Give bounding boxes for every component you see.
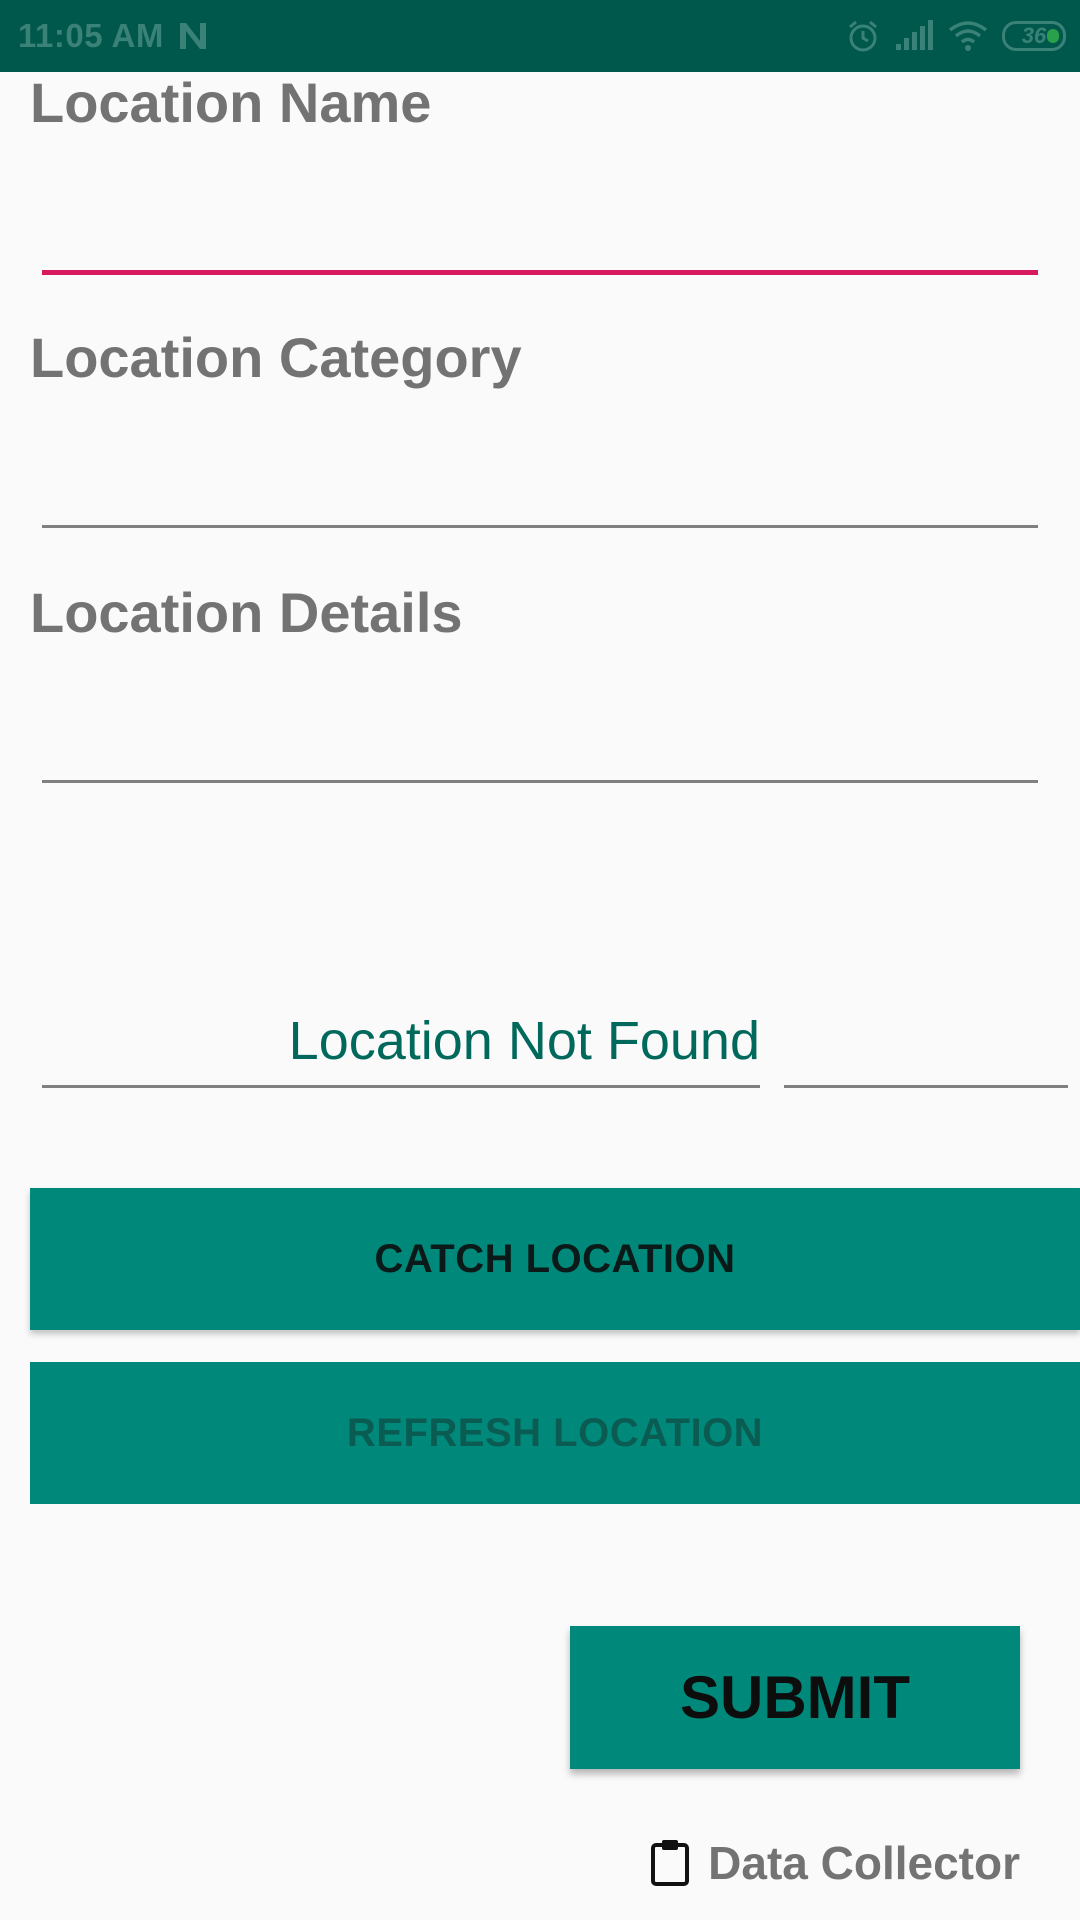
location-name-input[interactable] (42, 208, 1038, 268)
status-bar: 11:05 AM 36 (0, 0, 1080, 72)
location-category-underline (42, 525, 1038, 528)
location-details-input[interactable] (42, 717, 1038, 777)
wifi-icon (948, 21, 988, 51)
location-name-underline (42, 270, 1038, 275)
signal-icon (896, 20, 933, 50)
location-status-text: Location Not Found (288, 1011, 760, 1071)
refresh-location-button[interactable]: REFRESH LOCATION (30, 1362, 1080, 1504)
location-category-label: Location Category (30, 326, 522, 389)
location-details-label: Location Details (30, 581, 463, 644)
clipboard-icon (651, 1840, 690, 1886)
status-icons: 36 (846, 18, 1066, 54)
location-status-underline (42, 1085, 760, 1088)
battery-level: 36 (1021, 23, 1047, 48)
alarm-icon (849, 20, 877, 52)
location-name-label: Location Name (30, 71, 432, 134)
battery-icon: 36 (1002, 21, 1066, 51)
location-secondary-underline (784, 1085, 1068, 1088)
location-details-underline (42, 780, 1038, 783)
location-category-input[interactable] (42, 462, 1038, 522)
status-time: 11:05 AM (18, 17, 164, 54)
n-notification-icon (180, 23, 206, 49)
catch-location-button[interactable]: CATCH LOCATION (30, 1188, 1080, 1330)
app-name: Data Collector (708, 1837, 1020, 1889)
footer-app-label: Data Collector (650, 1836, 1020, 1890)
submit-button[interactable]: SUBMIT (570, 1626, 1020, 1769)
